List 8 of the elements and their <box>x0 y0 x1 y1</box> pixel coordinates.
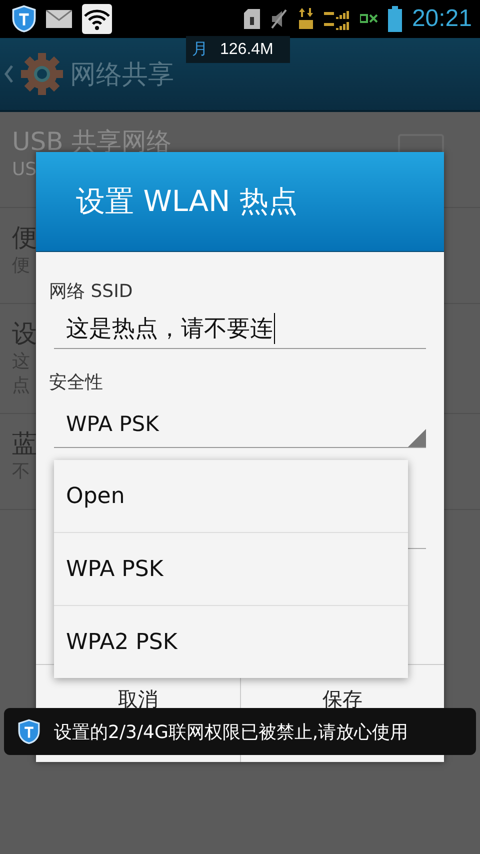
screen-title: 网络共享 <box>70 58 174 92</box>
data-usage: 126.4M <box>220 40 274 58</box>
dialog-title: 设置 WLAN 热点 <box>76 182 298 220</box>
field-label: 网络 SSID <box>49 280 133 304</box>
period-label: 月 <box>192 39 208 60</box>
toast-message: 设置的2/3/4G联网权限已被禁止,请放心使用 <box>54 720 408 744</box>
field-label: 安全性 <box>49 371 103 395</box>
clock-time: 20:21 <box>412 5 472 33</box>
